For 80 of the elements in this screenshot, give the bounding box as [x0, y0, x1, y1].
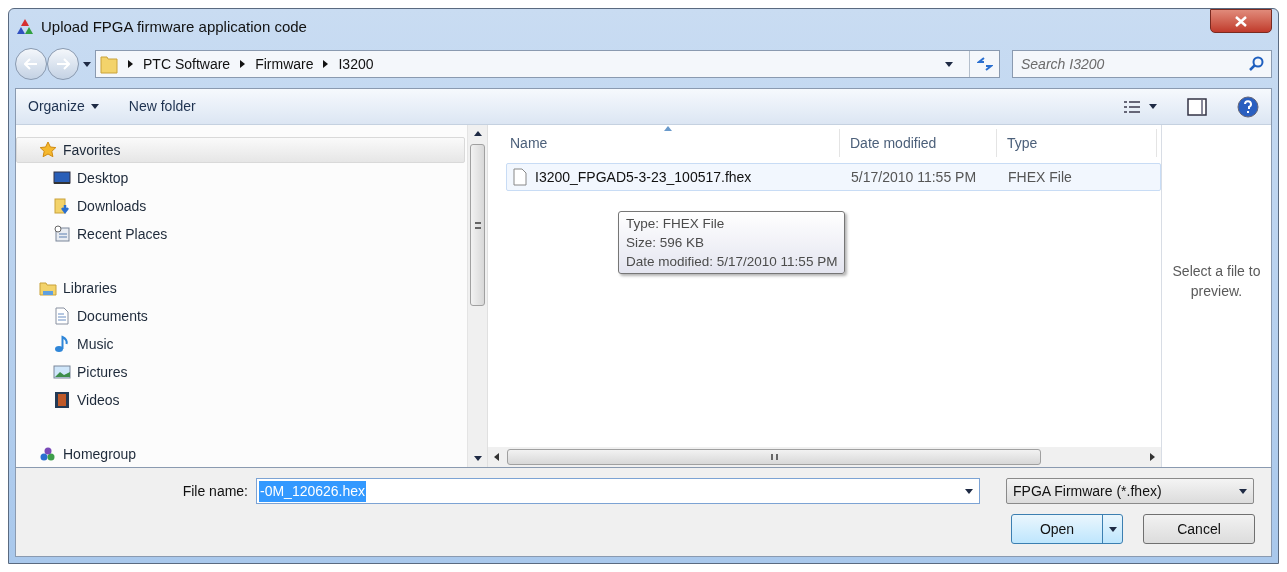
- sidebar-item[interactable]: Homegroup: [16, 441, 465, 467]
- breadcrumb[interactable]: Firmware: [255, 53, 314, 75]
- music-note-icon: [53, 335, 71, 353]
- library-folder-icon: [39, 279, 57, 297]
- type-cell-text: FHEX File: [1007, 167, 1073, 187]
- preview-message: Select a file to preview.: [1171, 262, 1262, 301]
- back-button[interactable]: [15, 48, 47, 81]
- film-icon: [53, 391, 71, 409]
- sidebar-item[interactable]: Pictures: [16, 359, 465, 385]
- address-bar[interactable]: PTC Software Firmware I3200: [95, 50, 1000, 79]
- dropdown-caret-icon: [1239, 488, 1247, 494]
- organize-menu-button[interactable]: Organize: [28, 96, 99, 117]
- scroll-grip-icon: [770, 454, 778, 460]
- column-header[interactable]: Type: [997, 129, 1157, 157]
- help-button[interactable]: [1237, 95, 1259, 118]
- date-cell-text: 5/17/2010 11:55 PM: [850, 167, 978, 187]
- scroll-down-icon: [473, 456, 482, 461]
- toolbar-button[interactable]: New folder: [128, 96, 196, 117]
- column-header[interactable]: Date modified: [840, 129, 997, 157]
- file-name-cell-text: I3200_FPGAD5-3-23_100517.fhex: [535, 167, 752, 187]
- horizontal-scrollbar[interactable]: [488, 447, 1161, 467]
- close-icon: [1235, 15, 1247, 27]
- sidebar-item[interactable]: Favorites: [16, 137, 465, 163]
- file-name-value: -0M_120626.hex: [259, 480, 367, 502]
- cancel-button[interactable]: Cancel: [1143, 514, 1255, 544]
- details-view-icon: [1123, 99, 1141, 114]
- preview-pane-button[interactable]: [1187, 97, 1207, 116]
- folder-download-icon: [53, 197, 71, 215]
- star-icon: [39, 141, 57, 159]
- caret-icon: [90, 104, 99, 109]
- sort-arrow-icon: [663, 126, 672, 131]
- column-header[interactable]: Name: [488, 129, 840, 157]
- sidebar-item[interactable]: Videos: [16, 387, 465, 413]
- address-dropdown-icon: [945, 61, 953, 67]
- homegroup-icon: [39, 445, 57, 463]
- sidebar-item[interactable]: Desktop: [16, 165, 465, 191]
- breadcrumb-arrow-icon: [128, 60, 133, 69]
- search-field[interactable]: Search I3200: [1012, 50, 1272, 79]
- breadcrumb-arrow-icon: [240, 60, 246, 69]
- breadcrumb[interactable]: I3200: [338, 53, 374, 75]
- caret-icon: [1108, 526, 1117, 532]
- sidebar-item[interactable]: Documents: [16, 303, 465, 329]
- file-name-label: File name:: [181, 481, 249, 501]
- tooltip-line: Date modified: 5/17/2010 11:55 PM: [626, 253, 838, 271]
- sidebar-item[interactable]: Recent Places: [16, 221, 465, 247]
- file-icon: [513, 168, 527, 186]
- tooltip-line: Type: FHEX File: [626, 215, 726, 233]
- search-icon: [1248, 56, 1264, 73]
- scroll-right-icon: [1150, 453, 1155, 461]
- sidebar-item[interactable]: Libraries: [16, 275, 465, 301]
- scroll-up-icon: [473, 131, 482, 136]
- tooltip-line: Size: 596 KB: [626, 234, 706, 252]
- history-caret-icon: [83, 61, 91, 67]
- back-arrow-icon: [24, 58, 38, 71]
- caret-icon: [1149, 104, 1157, 109]
- sidebar-item[interactable]: Downloads: [16, 193, 465, 219]
- window-title: Upload FPGA firmware application code: [41, 16, 307, 37]
- file-type-dropdown[interactable]: FPGA Firmware (*.fhex): [1006, 478, 1254, 504]
- refresh-arrows-icon: [976, 56, 993, 73]
- forward-button[interactable]: [47, 48, 79, 81]
- picture-icon: [53, 363, 71, 381]
- open-split-button[interactable]: Open: [1011, 514, 1123, 544]
- breadcrumb-arrow-icon: [323, 60, 329, 69]
- triangle-logo-icon: [15, 17, 35, 36]
- document-icon: [53, 307, 71, 325]
- help-icon: [1237, 95, 1259, 118]
- recent-places-icon: [53, 225, 71, 243]
- monitor-icon: [53, 169, 71, 187]
- sidebar-item[interactable]: Music: [16, 331, 465, 357]
- close-button[interactable]: [1210, 9, 1272, 33]
- file-row[interactable]: I3200_FPGAD5-3-23_100517.fhex 5/17/2010 11:55 PM FHEX File: [506, 163, 1161, 191]
- pane-icon: [1187, 97, 1207, 116]
- scroll-grip-icon: [474, 221, 481, 229]
- forward-arrow-icon: [56, 58, 70, 71]
- scroll-left-icon: [494, 453, 499, 461]
- breadcrumb[interactable]: PTC Software: [143, 53, 231, 75]
- vertical-scrollbar[interactable]: [467, 125, 487, 467]
- view-options-button[interactable]: [1123, 99, 1157, 114]
- folder-icon: [100, 54, 118, 75]
- dropdown-caret-icon: [965, 488, 973, 494]
